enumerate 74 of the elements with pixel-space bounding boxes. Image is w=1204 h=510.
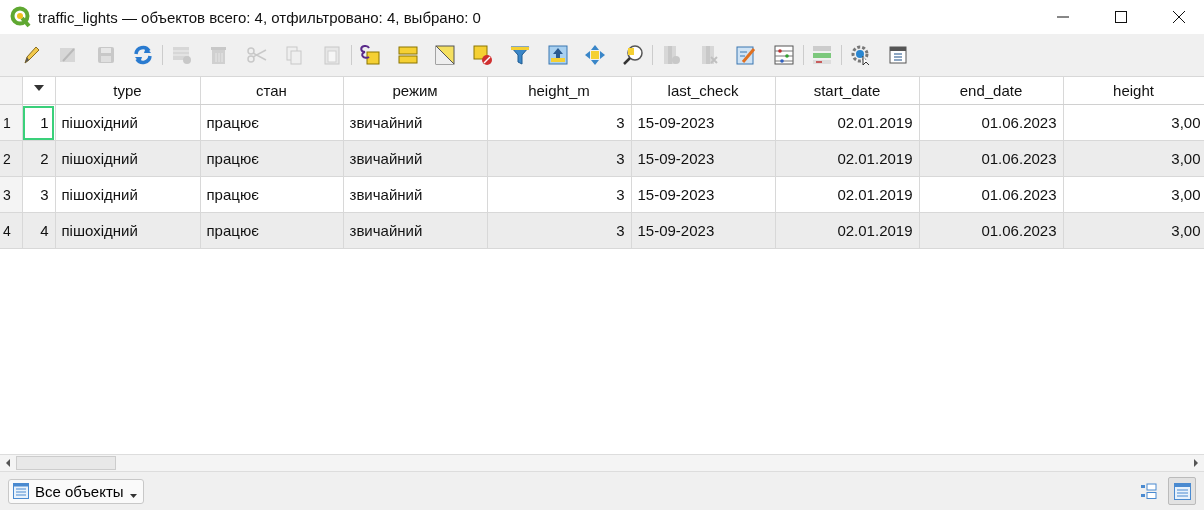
column-header[interactable]: стан [200,77,343,105]
table-cell: 01.06.2023 [919,212,1063,249]
table-cell: працює [200,104,343,141]
select-all-icon[interactable] [396,44,419,66]
row-number[interactable]: 4 [0,212,22,249]
invert-selection-icon[interactable] [434,44,457,66]
table-cell: пішохідний [55,140,200,177]
table-cell: 15-09-2023 [631,212,775,249]
table-view-toggle[interactable] [1168,477,1196,505]
table-cell: пішохідний [55,104,200,141]
table-cell: 15-09-2023 [631,140,775,177]
table-cell: працює [200,140,343,177]
pan-arrows-icon[interactable] [584,44,607,66]
form-icon[interactable] [887,44,910,66]
logo-icon [10,6,32,28]
table-cell: 3 [22,176,55,213]
table-cell: 02.01.2019 [775,176,919,213]
caret-icon [129,493,137,498]
table-cell: 3,00 [1063,176,1204,213]
row-number[interactable]: 3 [0,176,22,213]
column-header[interactable]: режим [343,77,487,105]
table-cell: працює [200,212,343,249]
table-cell: 3,00 [1063,212,1204,249]
column-header[interactable]: type [55,77,200,105]
table-icon [13,483,29,499]
table-view-icon [1173,482,1191,500]
table-cell: 15-09-2023 [631,176,775,213]
close-icon[interactable] [1172,10,1186,24]
table-cell: 01.06.2023 [919,140,1063,177]
table-cell: 3 [487,176,631,213]
table-cell: звичайний [343,104,487,141]
row-number[interactable]: 2 [0,140,22,177]
table-cell: пішохідний [55,212,200,249]
table-cell: звичайний [343,176,487,213]
table-cell: 02.01.2019 [775,140,919,177]
field-calculator-icon[interactable] [735,44,758,66]
dropdown-arrow-icon[interactable] [33,84,44,91]
form-view-icon [1139,482,1157,500]
magnifier-icon[interactable] [621,44,644,66]
column-header[interactable]: end_date [919,77,1063,105]
filter-icon[interactable] [509,44,532,66]
table-cell: працює [200,176,343,213]
column-header[interactable]: last_check [631,77,775,105]
scrollbar-thumb[interactable] [16,456,116,470]
refresh-icon[interactable] [132,44,155,66]
column-header[interactable] [22,77,55,105]
row-number[interactable]: 1 [0,104,22,141]
table-cell: 3 [487,140,631,177]
horizontal-scrollbar[interactable] [0,454,1204,472]
table-cell: 3 [487,104,631,141]
table-cell: 3,00 [1063,104,1204,141]
abacus-icon[interactable] [772,44,795,66]
table-cell: 02.01.2019 [775,212,919,249]
column-header[interactable]: height_m [487,77,631,105]
filter-button[interactable]: Все объекты [8,478,144,504]
table-cell: пішохідний [55,176,200,213]
table-cell: звичайний [343,140,487,177]
table-cell: 15-09-2023 [631,104,775,141]
column-header[interactable]: height [1063,77,1204,105]
table-cell: звичайний [343,212,487,249]
maximize-icon[interactable] [1114,10,1128,24]
gear-icon[interactable] [849,44,872,66]
table-cell: 1 [22,104,55,141]
bars-icon[interactable] [811,44,834,66]
move-to-top-icon[interactable] [546,44,569,66]
table-cell: 01.06.2023 [919,176,1063,213]
expression-select-icon[interactable] [359,44,382,66]
deselect-icon[interactable] [471,44,494,66]
table-cell: 3,00 [1063,140,1204,177]
column-header[interactable]: start_date [775,77,919,105]
table-cell: 3 [487,212,631,249]
window-title: traffic_lights — объектов всего: 4, отфильтровано: 4, выбрано: 0 [38,8,481,26]
table-cell: 02.01.2019 [775,104,919,141]
table-cell: 01.06.2023 [919,104,1063,141]
